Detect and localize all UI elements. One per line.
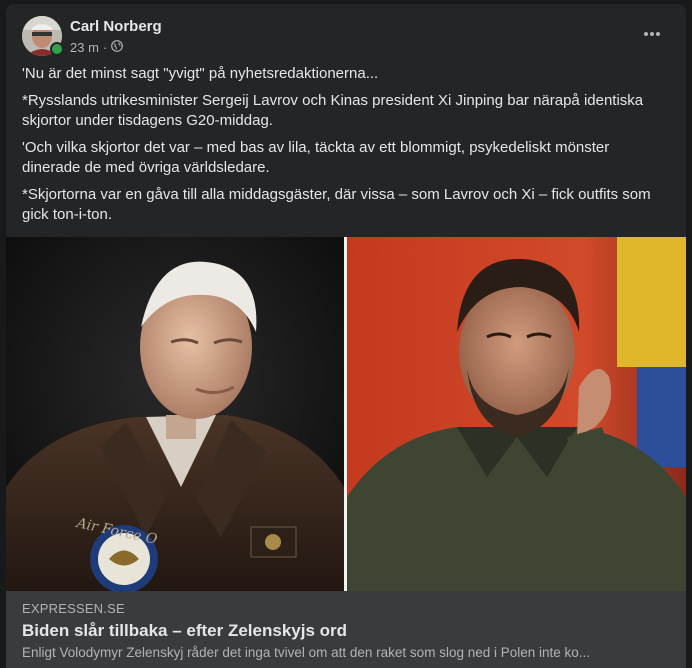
post-paragraph: 'Och vilka skjortor det var – med bas av… [22, 139, 610, 176]
more-options-icon[interactable] [638, 24, 666, 44]
photo-right [347, 237, 686, 591]
author-name[interactable]: Carl Norberg [70, 18, 162, 35]
link-domain: EXPRESSEN.SE [22, 601, 125, 616]
post-header: Carl Norberg 23 m · [22, 16, 670, 60]
link-image[interactable]: Air Force O [6, 237, 686, 591]
photo-left: Air Force O [6, 237, 344, 591]
author-avatar-wrap[interactable] [22, 16, 64, 56]
globe-icon [111, 40, 124, 55]
online-status-dot [50, 42, 64, 56]
link-preview[interactable]: EXPRESSEN.SE Biden slår tillbaka – efter… [6, 591, 686, 668]
link-title[interactable]: Biden slår tillbaka – efter Zelenskyjs o… [22, 621, 347, 641]
post-time[interactable]: 23 m [70, 40, 99, 55]
post-paragraph: 'Nu är det minst sagt "yvigt" på nyhetsr… [22, 65, 379, 82]
post-card: Carl Norberg 23 m · 'Nu är det minst sag… [6, 4, 686, 668]
post-text: 'Nu är det minst sagt "yvigt" på nyhetsr… [22, 64, 668, 232]
post-paragraph: *Skjortorna var en gåva till alla middag… [22, 186, 651, 223]
separator-dot: · [102, 40, 108, 55]
post-meta: 23 m · [70, 40, 124, 55]
link-description: Enligt Volodymyr Zelenskyj råder det ing… [22, 645, 591, 660]
post-paragraph: *Rysslands utrikesminister Sergeij Lavro… [22, 92, 644, 129]
